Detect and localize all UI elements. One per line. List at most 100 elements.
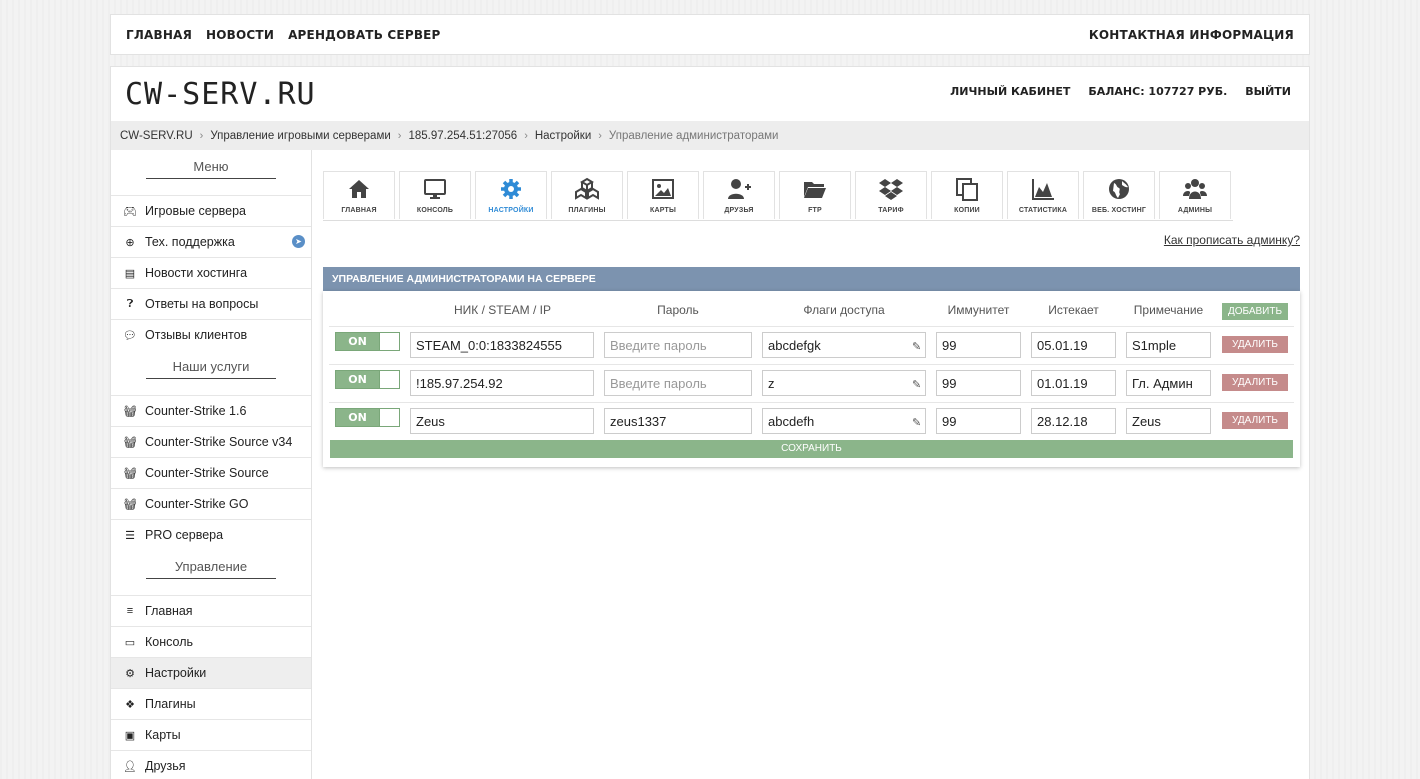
sidebar-menu-title: Меню bbox=[111, 150, 311, 195]
tab-label: ТАРИФ bbox=[878, 207, 904, 214]
toggle-label: ON bbox=[348, 335, 367, 348]
immunity-input[interactable] bbox=[936, 408, 1021, 434]
delete-admin-button[interactable]: УДАЛИТЬ bbox=[1222, 374, 1288, 391]
nick-input[interactable] bbox=[410, 370, 594, 396]
add-admin-button[interactable]: ДОБАВИТЬ bbox=[1222, 303, 1288, 320]
tab-label: АДМИНЫ bbox=[1177, 207, 1213, 214]
question-icon: ❓︎ bbox=[126, 297, 134, 310]
newspaper-icon: ▤ bbox=[124, 267, 136, 280]
tab-ftp[interactable]: FTP bbox=[779, 171, 851, 219]
sidebar-item-support[interactable]: ⊕ Тех. поддержка ➤ bbox=[111, 226, 311, 257]
sidebar-item-pro-servers[interactable]: ☰ PRO сервера bbox=[111, 519, 311, 550]
sidebar-item-label: PRO сервера bbox=[145, 528, 224, 542]
site-logo[interactable]: CW-SERV.RU bbox=[125, 77, 316, 112]
delete-admin-button[interactable]: УДАЛИТЬ bbox=[1222, 412, 1288, 429]
tab-label: FTP bbox=[808, 207, 822, 214]
column-expires: Истекает bbox=[1048, 303, 1099, 317]
tab-console[interactable]: КОНСОЛЬ bbox=[399, 171, 471, 219]
edit-flags-icon[interactable]: ✎ bbox=[912, 340, 921, 353]
gear-icon: ⚙ bbox=[125, 667, 135, 680]
sidebar-item-news[interactable]: ▤ Новости хостинга bbox=[111, 257, 311, 288]
note-input[interactable] bbox=[1126, 370, 1211, 396]
delete-admin-button[interactable]: УДАЛИТЬ bbox=[1222, 336, 1288, 353]
admin-toggle[interactable]: ON bbox=[335, 408, 400, 427]
tab-settings[interactable]: НАСТРОЙКИ bbox=[475, 171, 547, 219]
sidebar-item-csgo[interactable]: 🧺︎ Counter-Strike GO bbox=[111, 488, 311, 519]
tab-plugins[interactable]: ПЛАГИНЫ bbox=[551, 171, 623, 219]
lifebuoy-icon: ⊕ bbox=[125, 236, 135, 249]
sidebar-item-console[interactable]: ▭ Консоль bbox=[111, 626, 311, 657]
nav-rent-server-link[interactable]: АРЕНДОВАТЬ СЕРВЕР bbox=[288, 28, 441, 42]
flags-input[interactable] bbox=[762, 332, 926, 358]
tab-label: КОНСОЛЬ bbox=[416, 207, 454, 214]
admin-toggle[interactable]: ON bbox=[335, 332, 400, 351]
sidebar-item-faq[interactable]: ❓︎ Ответы на вопросы bbox=[111, 288, 311, 319]
image-icon: ▣ bbox=[124, 729, 136, 742]
edit-flags-icon[interactable]: ✎ bbox=[912, 378, 921, 391]
admin-toggle[interactable]: ON bbox=[335, 370, 400, 389]
password-input[interactable] bbox=[604, 332, 752, 358]
breadcrumb-separator: › bbox=[397, 129, 402, 142]
flags-input[interactable] bbox=[762, 370, 926, 396]
sidebar-manage-title-text: Управление bbox=[146, 559, 276, 579]
tab-home[interactable]: ГЛАВНАЯ bbox=[323, 171, 395, 219]
breadcrumb-item[interactable]: Управление игровыми серверами bbox=[210, 130, 390, 142]
user-plus-icon bbox=[728, 179, 751, 199]
logout-link[interactable]: ВЫЙТИ bbox=[1245, 85, 1291, 98]
sidebar-item-css[interactable]: 🧺︎ Counter-Strike Source bbox=[111, 457, 311, 488]
account-link[interactable]: ЛИЧНЫЙ КАБИНЕТ bbox=[950, 85, 1070, 98]
sidebar-item-cs16[interactable]: 🧺︎ Counter-Strike 1.6 bbox=[111, 395, 311, 426]
nav-contact-link[interactable]: КОНТАКТНАЯ ИНФОРМАЦИЯ bbox=[1089, 28, 1294, 42]
sidebar-item-label: Отзывы клиентов bbox=[145, 328, 248, 342]
sidebar-item-plugins[interactable]: ❖ Плагины bbox=[111, 688, 311, 719]
tab-admins[interactable]: АДМИНЫ bbox=[1159, 171, 1231, 219]
immunity-input[interactable] bbox=[936, 370, 1021, 396]
balance-link[interactable]: БАЛАНС: 107727 РУБ. bbox=[1088, 85, 1227, 98]
expires-input[interactable] bbox=[1031, 332, 1116, 358]
tab-statistics[interactable]: СТАТИСТИКА bbox=[1007, 171, 1079, 219]
sidebar-item-main[interactable]: ≡ Главная bbox=[111, 595, 311, 626]
save-button[interactable]: СОХРАНИТЬ bbox=[330, 440, 1293, 458]
admin-help-link[interactable]: Как прописать админку? bbox=[1164, 233, 1300, 247]
password-input[interactable] bbox=[604, 408, 752, 434]
users-icon bbox=[1183, 179, 1207, 199]
tab-maps[interactable]: КАРТЫ bbox=[627, 171, 699, 219]
expires-input[interactable] bbox=[1031, 370, 1116, 396]
sidebar-item-label: Настройки bbox=[145, 666, 207, 680]
tab-label: ВЕБ. ХОСТИНГ bbox=[1091, 207, 1147, 214]
tab-web-hosting[interactable]: ВЕБ. ХОСТИНГ bbox=[1083, 171, 1155, 219]
breadcrumb-item[interactable]: Настройки bbox=[535, 130, 591, 142]
breadcrumb-item[interactable]: 185.97.254.51:27056 bbox=[408, 130, 517, 142]
nick-input[interactable] bbox=[410, 332, 594, 358]
immunity-input[interactable] bbox=[936, 332, 1021, 358]
nick-input[interactable] bbox=[410, 408, 594, 434]
tab-tariff[interactable]: ТАРИФ bbox=[855, 171, 927, 219]
sidebar-item-game-servers[interactable]: 🎮︎ Игровые сервера bbox=[111, 195, 311, 226]
sidebar-item-label: Тех. поддержка bbox=[145, 235, 235, 249]
nav-home-link[interactable]: ГЛАВНАЯ bbox=[126, 28, 192, 42]
flags-input[interactable] bbox=[762, 408, 926, 434]
tab-label: ГЛАВНАЯ bbox=[341, 207, 377, 214]
column-immunity: Иммунитет bbox=[947, 303, 1010, 317]
sidebar-item-reviews[interactable]: 💬︎ Отзывы клиентов bbox=[111, 319, 311, 350]
sidebar-item-maps[interactable]: ▣ Карты bbox=[111, 719, 311, 750]
tab-friends[interactable]: ДРУЗЬЯ bbox=[703, 171, 775, 219]
gear-icon bbox=[501, 179, 521, 199]
breadcrumb-item[interactable]: CW-SERV.RU bbox=[120, 130, 193, 142]
sidebar-item-settings[interactable]: ⚙ Настройки bbox=[111, 657, 311, 688]
sidebar-item-friends[interactable]: 👤︎ Друзья bbox=[111, 750, 311, 779]
nav-news-link[interactable]: НОВОСТИ bbox=[206, 28, 274, 42]
telegram-icon[interactable]: ➤ bbox=[292, 235, 305, 248]
site-header: CW-SERV.RU ЛИЧНЫЙ КАБИНЕТ БАЛАНС: 107727… bbox=[111, 67, 1309, 121]
column-password: Пароль bbox=[657, 303, 699, 317]
password-input[interactable] bbox=[604, 370, 752, 396]
sidebar-item-css-v34[interactable]: 🧺︎ Counter-Strike Source v34 bbox=[111, 426, 311, 457]
tab-copies[interactable]: КОПИИ bbox=[931, 171, 1003, 219]
expires-input[interactable] bbox=[1031, 408, 1116, 434]
edit-flags-icon[interactable]: ✎ bbox=[912, 416, 921, 429]
copy-icon bbox=[956, 178, 978, 201]
column-nick: НИК / STEAM / IP bbox=[454, 303, 551, 317]
note-input[interactable] bbox=[1126, 332, 1211, 358]
sidebar-item-label: Плагины bbox=[145, 697, 196, 711]
note-input[interactable] bbox=[1126, 408, 1211, 434]
